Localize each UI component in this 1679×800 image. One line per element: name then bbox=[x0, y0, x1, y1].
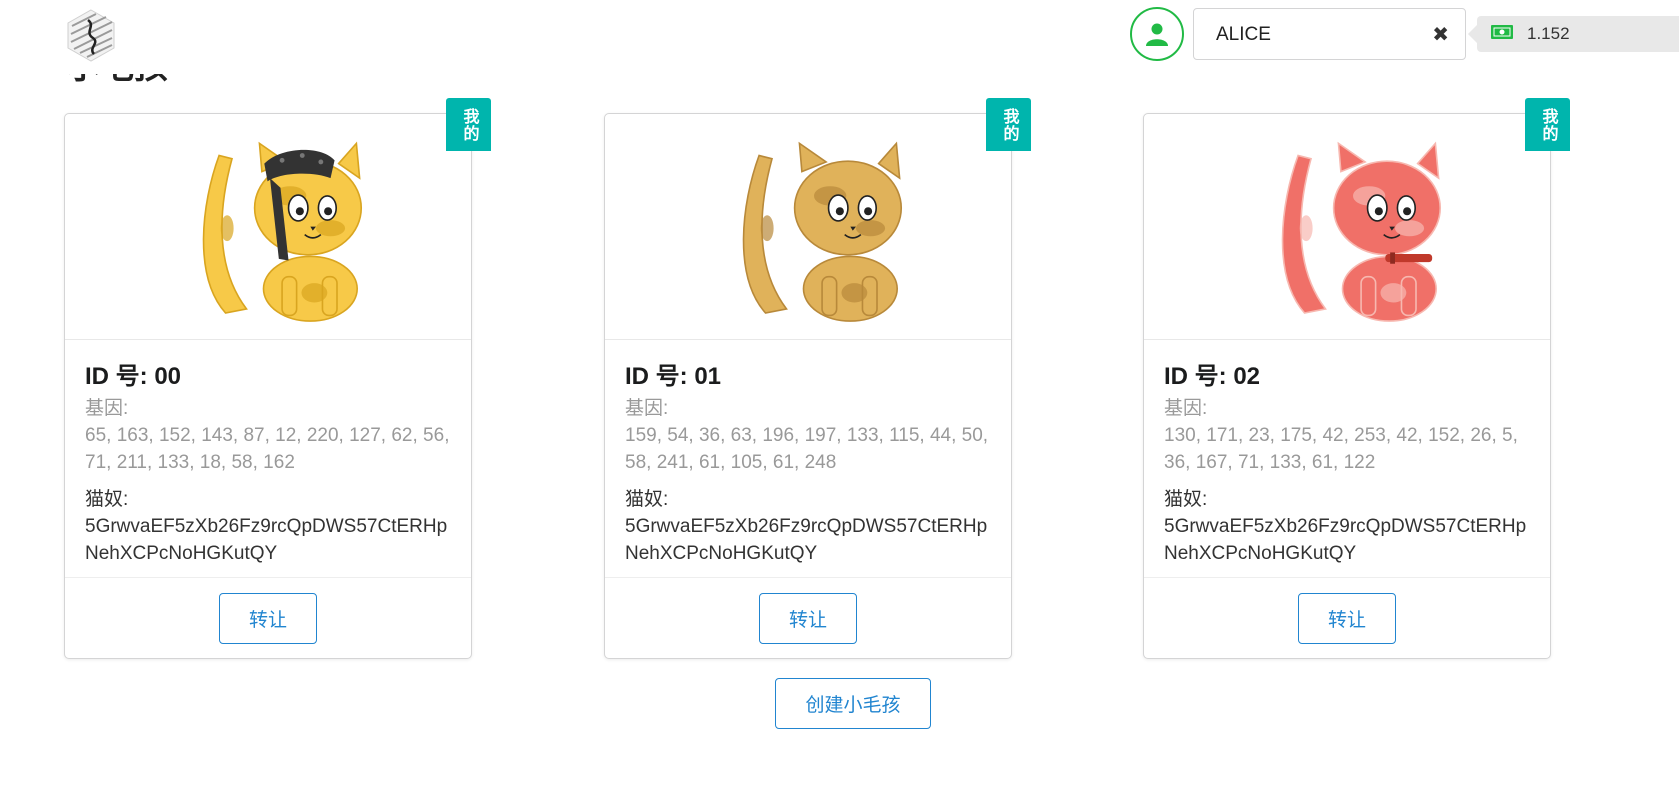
gene-label: 基因: bbox=[625, 398, 669, 419]
gene-values: 130, 171, 23, 175, 42, 253, 42, 152, 26,… bbox=[1164, 425, 1518, 473]
create-kitty-button[interactable]: 创建小毛孩 bbox=[775, 678, 931, 729]
kitty-id: ID 号: 00 bbox=[85, 363, 182, 390]
gene-values: 159, 54, 36, 63, 196, 197, 133, 115, 44,… bbox=[625, 425, 989, 473]
card-content: ID 号: 00 基因: 65, 163, 152, 143, 87, 12, … bbox=[65, 340, 471, 578]
transfer-button[interactable]: 转让 bbox=[1298, 593, 1396, 644]
card-content: ID 号: 01 基因: 159, 54, 36, 63, 196, 197, … bbox=[605, 340, 1011, 578]
user-icon bbox=[1146, 23, 1168, 46]
account-name: ALICE bbox=[1216, 24, 1271, 45]
kitty-id: ID 号: 01 bbox=[625, 363, 722, 390]
owner-label: 猫奴: bbox=[1164, 489, 1208, 510]
kitty-id: ID 号: 02 bbox=[1164, 363, 1261, 390]
kitty-card: 我的 ID 号: 02 基因: 130, 171, 23, 175, 42, 2… bbox=[1143, 98, 1570, 659]
clear-icon[interactable]: ✖ bbox=[1432, 22, 1449, 47]
owner-label: 猫奴: bbox=[85, 489, 129, 510]
card-footer: 转让 bbox=[605, 578, 1011, 658]
account-selector[interactable]: ALICE ✖ bbox=[1193, 8, 1466, 60]
kitty-image bbox=[65, 114, 471, 340]
card-footer: 转让 bbox=[1144, 578, 1550, 658]
card-footer: 转让 bbox=[65, 578, 471, 658]
kitty-card: 我的 ID 号: 00 基因: 65, 163, 152, 143, 87, 1… bbox=[64, 98, 491, 659]
owner-address: 5GrwvaEF5zXb26Fz9rcQpDWS57CtERHpNehXCPcN… bbox=[1164, 516, 1527, 564]
balance-value: 1.152 bbox=[1527, 24, 1570, 43]
owner-address: 5GrwvaEF5zXb26Fz9rcQpDWS57CtERHpNehXCPcN… bbox=[85, 516, 448, 564]
gene-label: 基因: bbox=[85, 398, 129, 419]
transfer-button[interactable]: 转让 bbox=[219, 593, 317, 644]
substrate-logo-icon bbox=[66, 8, 116, 62]
kitty-image bbox=[605, 114, 1011, 340]
balance-label: 1.152 bbox=[1468, 16, 1679, 52]
owner-address: 5GrwvaEF5zXb26Fz9rcQpDWS57CtERHpNehXCPcN… bbox=[625, 516, 988, 564]
gene-label: 基因: bbox=[1164, 398, 1208, 419]
card-content: ID 号: 02 基因: 130, 171, 23, 175, 42, 253,… bbox=[1144, 340, 1550, 578]
kitty-card: 我的 ID 号: 01 基因: 159, 54, 36, 63, 196, 19… bbox=[604, 98, 1031, 659]
user-avatar[interactable] bbox=[1130, 7, 1184, 61]
owner-label: 猫奴: bbox=[625, 489, 669, 510]
gene-values: 65, 163, 152, 143, 87, 12, 220, 127, 62,… bbox=[85, 425, 450, 473]
money-icon bbox=[1491, 24, 1513, 44]
kitty-image bbox=[1144, 114, 1550, 340]
transfer-button[interactable]: 转让 bbox=[759, 593, 857, 644]
